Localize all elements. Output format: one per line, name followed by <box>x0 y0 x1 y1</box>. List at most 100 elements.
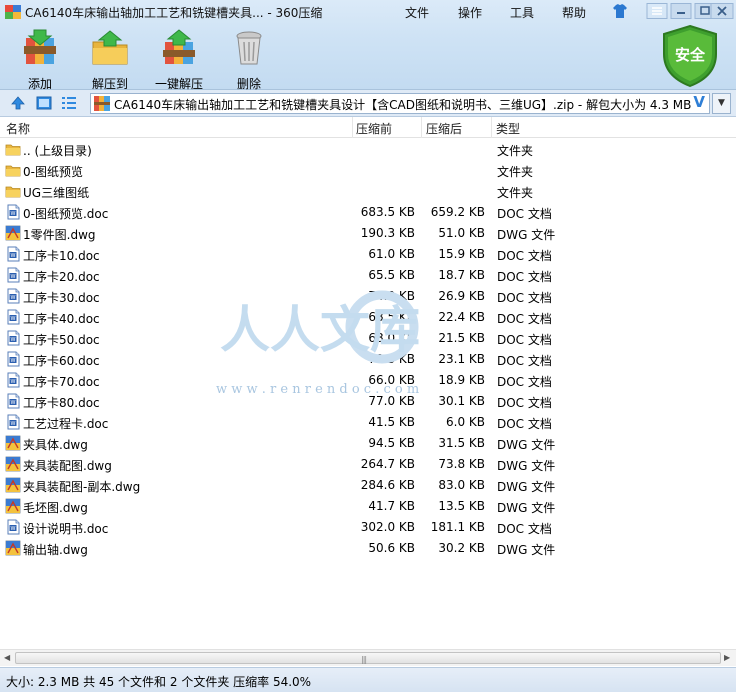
column-divider[interactable] <box>421 117 422 138</box>
file-size-after: 659.2 KB <box>430 205 485 219</box>
file-row[interactable]: W 0-图纸预览.doc 683.5 KB 659.2 KB DOC 文档 <box>0 202 736 223</box>
file-row[interactable]: W 工序卡20.doc 65.5 KB 18.7 KB DOC 文档 <box>0 265 736 286</box>
file-row[interactable]: 夹具装配图-副本.dwg 284.6 KB 83.0 KB DWG 文件 <box>0 475 736 496</box>
file-name: 输出轴.dwg <box>23 543 88 557</box>
file-size-after: 18.9 KB <box>438 373 485 387</box>
address-row: CA6140车床输出轴加工工艺和铣键槽夹具设计【含CAD图纸和说明书、三维UG】… <box>0 90 736 117</box>
file-name: 工序卡40.doc <box>23 312 100 326</box>
up-arrow-icon[interactable] <box>10 95 26 111</box>
file-name: 工序卡50.doc <box>23 333 100 347</box>
file-row[interactable]: W 工艺过程卡.doc 41.5 KB 6.0 KB DOC 文档 <box>0 412 736 433</box>
security-shield-icon[interactable]: 安全 <box>660 24 720 88</box>
column-type-header[interactable]: 类型 <box>496 120 520 137</box>
file-row[interactable]: W 工序卡70.doc 66.0 KB 18.9 KB DOC 文档 <box>0 370 736 391</box>
file-name: 1零件图.dwg <box>23 228 96 242</box>
menu-help[interactable]: 帮助 <box>562 4 586 21</box>
file-name: 工序卡60.doc <box>23 354 100 368</box>
file-type: DOC 文档 <box>497 333 552 347</box>
file-size-after: 51.0 KB <box>438 226 485 240</box>
file-row[interactable]: 0-图纸预览 文件夹 <box>0 160 736 181</box>
skin-shirt-icon[interactable] <box>612 3 628 19</box>
file-size-after: 6.0 KB <box>446 415 485 429</box>
dwg-icon <box>5 225 21 241</box>
file-row[interactable]: 1零件图.dwg 190.3 KB 51.0 KB DWG 文件 <box>0 223 736 244</box>
file-type: DOC 文档 <box>497 522 552 536</box>
file-name: .. (上级目录) <box>23 144 92 158</box>
scroll-right-icon[interactable]: ▶ <box>724 653 730 662</box>
column-header-row: 名称 压缩前 压缩后 类型 <box>0 117 736 138</box>
file-name: 工序卡20.doc <box>23 270 100 284</box>
file-size-before: 70.5 KB <box>368 352 415 366</box>
close-icon[interactable] <box>710 3 734 19</box>
horizontal-scrollbar[interactable]: ◀ ||| ▶ <box>0 649 736 666</box>
file-size-before: 68.5 KB <box>368 310 415 324</box>
column-uncompressed-header[interactable]: 压缩后 <box>426 120 462 137</box>
extract-to-button[interactable]: 解压到 <box>89 28 131 92</box>
column-divider[interactable] <box>491 117 492 138</box>
file-type: DWG 文件 <box>497 438 556 452</box>
menu-tools[interactable]: 工具 <box>510 4 534 21</box>
doc-icon: W <box>7 246 20 262</box>
address-dropdown-button[interactable]: ▼ <box>712 93 731 114</box>
file-name: 夹具装配图-副本.dwg <box>23 480 141 494</box>
one-click-extract-button[interactable]: 一键解压 <box>153 28 205 92</box>
file-size-before: 41.5 KB <box>368 415 415 429</box>
verified-badge[interactable]: V <box>693 93 705 111</box>
menu-file[interactable]: 文件 <box>405 4 429 21</box>
file-type: DOC 文档 <box>497 396 552 410</box>
file-row[interactable]: W 设计说明书.doc 302.0 KB 181.1 KB DOC 文档 <box>0 517 736 538</box>
file-size-after: 21.5 KB <box>438 331 485 345</box>
file-type: DOC 文档 <box>497 375 552 389</box>
file-row[interactable]: 毛坯图.dwg 41.7 KB 13.5 KB DWG 文件 <box>0 496 736 517</box>
window-title: CA6140车床输出轴加工工艺和铣键槽夹具... - 360压缩 <box>25 6 323 20</box>
delete-button[interactable]: 删除 <box>228 28 270 92</box>
menu-dropdown-icon[interactable] <box>646 3 668 19</box>
add-button[interactable]: 添加 <box>19 28 61 92</box>
file-size-before: 65.5 KB <box>368 268 415 282</box>
file-row[interactable]: UG三维图纸 文件夹 <box>0 181 736 202</box>
file-row[interactable]: W 工序卡40.doc 68.5 KB 22.4 KB DOC 文档 <box>0 307 736 328</box>
file-row[interactable]: W 工序卡80.doc 77.0 KB 30.1 KB DOC 文档 <box>0 391 736 412</box>
svg-text:W: W <box>11 211 16 217</box>
file-size-after: 26.9 KB <box>438 289 485 303</box>
file-row[interactable]: W 工序卡60.doc 70.5 KB 23.1 KB DOC 文档 <box>0 349 736 370</box>
column-divider[interactable] <box>352 117 353 138</box>
scroll-left-icon[interactable]: ◀ <box>4 653 10 662</box>
file-type: DOC 文档 <box>497 270 552 284</box>
security-badge-text: 安全 <box>675 46 706 64</box>
file-row[interactable]: W 工序卡30.doc 74.0 KB 26.9 KB DOC 文档 <box>0 286 736 307</box>
doc-icon: W <box>7 519 20 535</box>
file-name: 工艺过程卡.doc <box>23 417 109 431</box>
svg-text:W: W <box>11 526 16 532</box>
file-row[interactable]: .. (上级目录) 文件夹 <box>0 139 736 160</box>
file-row[interactable]: W 工序卡50.doc 68.0 KB 21.5 KB DOC 文档 <box>0 328 736 349</box>
file-size-after: 30.1 KB <box>438 394 485 408</box>
menu-action[interactable]: 操作 <box>458 4 482 21</box>
dwg-icon <box>5 435 21 451</box>
svg-text:W: W <box>11 379 16 385</box>
file-type: DOC 文档 <box>497 207 552 221</box>
file-size-after: 23.1 KB <box>438 352 485 366</box>
svg-text:W: W <box>11 358 16 364</box>
scrollbar-thumb[interactable]: ||| <box>15 652 721 664</box>
column-compressed-header[interactable]: 压缩前 <box>356 120 392 137</box>
address-field[interactable]: CA6140车床输出轴加工工艺和铣键槽夹具设计【含CAD图纸和说明书、三维UG】… <box>90 93 710 114</box>
doc-icon: W <box>7 372 20 388</box>
file-size-after: 13.5 KB <box>438 499 485 513</box>
doc-icon: W <box>7 330 20 346</box>
file-name: 工序卡30.doc <box>23 291 100 305</box>
file-list: .. (上级目录) 文件夹 0-图纸预览 文件夹 UG三维图纸 文件夹 W 0-图纸预览.do… <box>0 139 736 649</box>
dwg-icon <box>5 540 21 556</box>
file-row[interactable]: 夹具装配图.dwg 264.7 KB 73.8 KB DWG 文件 <box>0 454 736 475</box>
list-view-icon[interactable] <box>61 95 77 111</box>
file-row[interactable]: W 工序卡10.doc 61.0 KB 15.9 KB DOC 文档 <box>0 244 736 265</box>
file-name: UG三维图纸 <box>23 186 90 200</box>
file-row[interactable]: 夹具体.dwg 94.5 KB 31.5 KB DWG 文件 <box>0 433 736 454</box>
thumbnail-view-icon[interactable] <box>36 95 52 111</box>
file-size-before: 61.0 KB <box>368 247 415 261</box>
dwg-icon <box>5 498 21 514</box>
file-row[interactable]: 输出轴.dwg 50.6 KB 30.2 KB DWG 文件 <box>0 538 736 559</box>
file-type: 文件夹 <box>497 186 534 200</box>
minimize-icon[interactable] <box>670 3 692 19</box>
column-name-header[interactable]: 名称 <box>6 120 30 137</box>
